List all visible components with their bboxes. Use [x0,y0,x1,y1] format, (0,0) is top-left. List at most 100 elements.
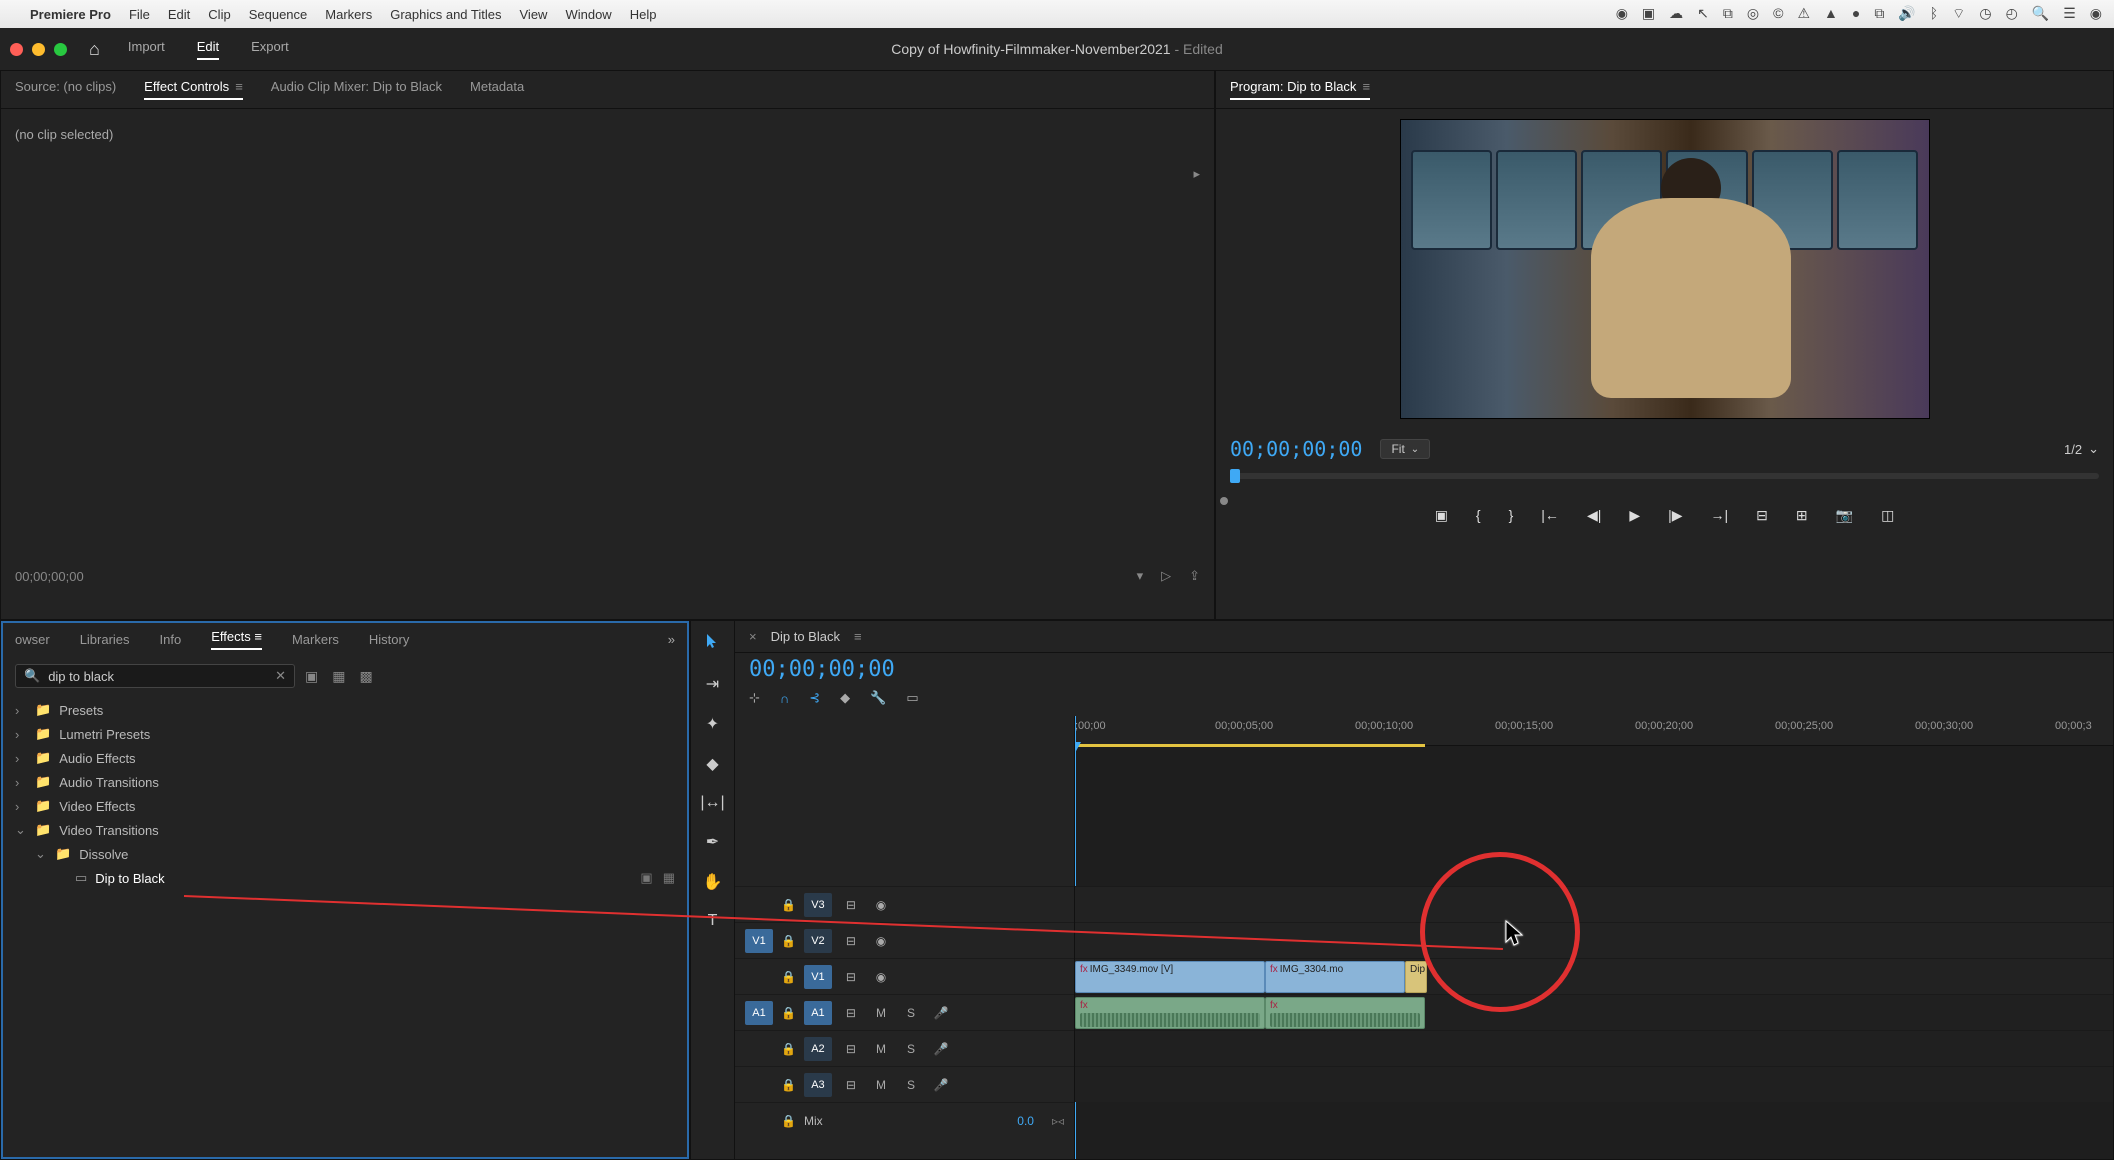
track-header-v2[interactable]: V1 🔒 V2 ⊟ ◉ [735,922,1074,958]
sequence-name[interactable]: Dip to Black [771,629,840,644]
mark-out-icon[interactable]: } [1509,507,1514,524]
track-header-a2[interactable]: 🔒 A2 ⊟ M S 🎤 [735,1030,1074,1066]
panel-menu-icon[interactable]: ≡ [251,629,262,644]
panel-menu-icon[interactable]: ≡ [235,79,243,94]
minimize-window-button[interactable] [32,43,45,56]
add-marker-icon[interactable]: ◆ [840,690,850,706]
lock-icon[interactable]: 🔒 [781,1006,796,1020]
video-clip-2[interactable]: fxIMG_3304.mo [1265,961,1405,993]
cloud-icon[interactable]: ☁ [1669,5,1683,23]
disclosure-arrow-icon[interactable]: ⌄ [15,822,27,838]
add-marker-icon[interactable]: ▣ [1435,507,1448,524]
home-icon[interactable]: ⌂ [89,39,100,60]
control-center-icon[interactable]: ☰ [2063,5,2076,23]
comparison-view-icon[interactable]: ◫ [1881,507,1894,524]
lock-icon[interactable]: 🔒 [781,934,796,948]
pen-tool-icon[interactable]: ✒ [706,832,719,852]
tab-effects[interactable]: Effects ≡ [211,629,262,650]
expand-track-icon[interactable]: ▹◃ [1052,1114,1064,1128]
eye-icon[interactable]: ◉ [870,934,892,948]
step-forward-icon[interactable]: |▶ [1668,507,1682,524]
resolution-select[interactable]: 1/2 [2064,442,2082,457]
program-timecode[interactable]: 00;00;00;00 [1230,437,1362,461]
hand-tool-icon[interactable]: ✋ [703,872,723,892]
wifi-icon[interactable]: ⌔ [1952,5,1965,23]
track-lane-v1[interactable]: fxIMG_3349.mov [V] fxIMG_3304.mo Dip [1075,958,2113,994]
zoom-fit-select[interactable]: Fit⌄ [1380,439,1430,459]
track-target-a2[interactable]: A2 [804,1037,832,1061]
lock-icon[interactable]: 🔒 [781,898,796,912]
menu-view[interactable]: View [520,7,548,22]
razor-tool-icon[interactable]: ◆ [706,754,718,774]
insert-overwrite-icon[interactable]: ⊹ [749,690,760,706]
folder-item[interactable]: ⌄📁Dissolve [1,842,689,866]
workspace-export[interactable]: Export [251,39,289,60]
mute-icon[interactable]: M [870,1042,892,1056]
chevron-down-icon[interactable]: ⌄ [2088,441,2099,457]
source-patch-a1[interactable]: A1 [745,1001,773,1025]
play-only-icon[interactable]: ▷ [1161,568,1171,584]
close-sequence-icon[interactable]: × [749,629,757,644]
clock-icon[interactable]: ◴ [2006,5,2018,23]
program-scrubber[interactable] [1216,469,2113,497]
program-monitor[interactable] [1400,119,1930,419]
disclosure-arrow-icon[interactable]: › [15,751,27,766]
app-icon[interactable]: ▲ [1824,5,1838,23]
disclosure-arrow-icon[interactable]: › [15,775,27,790]
track-header-v1[interactable]: 🔒 V1 ⊟ ◉ [735,958,1074,994]
folder-item[interactable]: ›📁Audio Transitions [1,770,689,794]
tab-source[interactable]: Source: (no clips) [15,79,116,100]
app-name[interactable]: Premiere Pro [30,7,111,22]
chevron-right-icon[interactable]: ▸ [1193,166,1200,182]
close-window-button[interactable] [10,43,23,56]
track-lane-a2[interactable] [1075,1030,2113,1066]
folder-item[interactable]: ›📁Lumetri Presets [1,722,689,746]
timeline-timecode[interactable]: 00;00;00;00 [735,653,2113,686]
tab-history[interactable]: History [369,632,409,647]
track-target-a3[interactable]: A3 [804,1073,832,1097]
avatar-icon[interactable]: ● [1852,5,1860,23]
obs-icon[interactable]: ◉ [1616,5,1628,23]
go-to-in-icon[interactable]: |← [1541,507,1559,524]
32bit-badge-icon[interactable]: ▦ [332,668,345,685]
dropbox-icon[interactable]: ⧉ [1723,5,1733,23]
go-to-out-icon[interactable]: →| [1711,507,1729,524]
track-header-mix[interactable]: 🔒 Mix 0.0 ▹◃ [735,1102,1074,1138]
mute-icon[interactable]: M [870,1006,892,1020]
tab-program[interactable]: Program: Dip to Black≡ [1230,79,1370,100]
voice-over-icon[interactable]: 🎤 [930,1078,952,1092]
tab-media-browser[interactable]: owser [15,632,50,647]
solo-icon[interactable]: S [900,1042,922,1056]
tab-metadata[interactable]: Metadata [470,79,524,100]
bluetooth-icon[interactable]: ᛒ [1930,5,1938,23]
disclosure-arrow-icon[interactable]: › [15,727,27,742]
sync-lock-icon[interactable]: ⊟ [840,1078,862,1092]
cursor-icon[interactable]: ↖ [1697,5,1709,23]
lock-icon[interactable]: 🔒 [781,970,796,984]
menu-markers[interactable]: Markers [325,7,372,22]
effects-search-input[interactable] [48,669,267,684]
sync-lock-icon[interactable]: ⊟ [840,898,862,912]
transition-dip-to-black[interactable]: Dip [1405,961,1427,993]
menu-sequence[interactable]: Sequence [249,7,308,22]
track-lane-a1[interactable]: fx fx [1075,994,2113,1030]
effect-item[interactable]: ▭Dip to Black▣▦ [1,866,689,890]
time-ruler[interactable]: ;00;0000;00;05;0000;00;10;0000;00;15;000… [1075,716,2113,746]
wrench-icon[interactable]: 🔧 [870,690,886,706]
menu-window[interactable]: Window [565,7,611,22]
track-target-v2[interactable]: V2 [804,929,832,953]
sync-lock-icon[interactable]: ⊟ [840,970,862,984]
workspace-import[interactable]: Import [128,39,165,60]
voice-over-icon[interactable]: 🎤 [930,1006,952,1020]
menu-edit[interactable]: Edit [168,7,190,22]
extract-icon[interactable]: ⊞ [1796,507,1808,524]
volume-icon[interactable]: 🔊 [1898,5,1915,23]
ripple-edit-tool-icon[interactable]: ✦ [706,714,719,734]
disclosure-arrow-icon[interactable]: ⌄ [35,846,47,862]
disclosure-arrow-icon[interactable]: › [15,703,27,718]
folder-item[interactable]: ⌄📁Video Transitions [1,818,689,842]
solo-icon[interactable]: S [900,1006,922,1020]
menu-file[interactable]: File [129,7,150,22]
accelerated-badge-icon[interactable]: ▣ [305,668,318,685]
audio-clip-2[interactable]: fx [1265,997,1425,1029]
